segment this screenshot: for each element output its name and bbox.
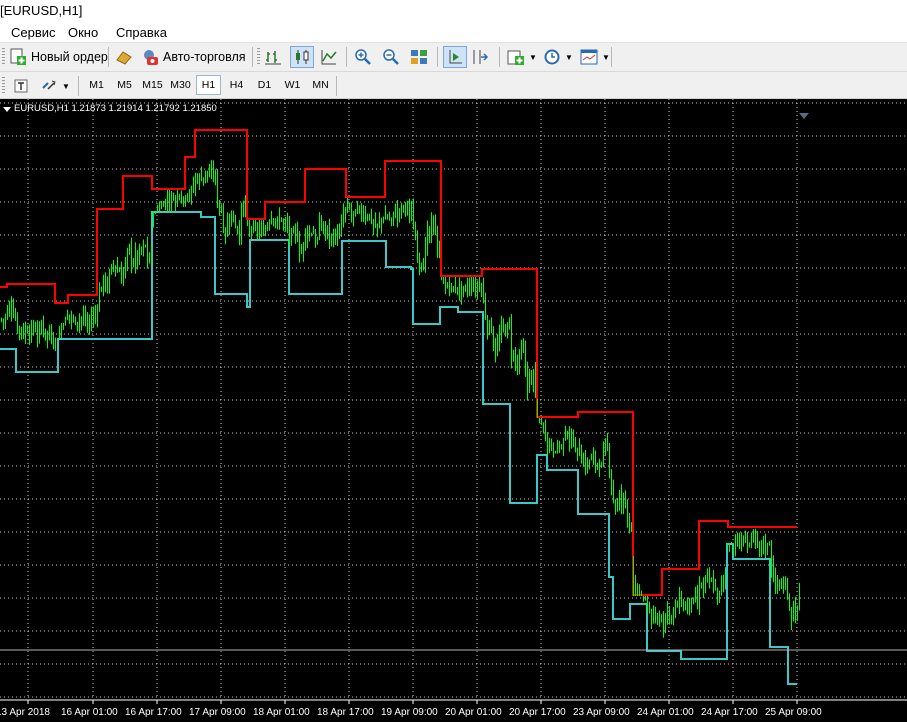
x-axis-label: 19 Apr 09:00 [381, 707, 438, 718]
zoom-out-button[interactable] [382, 46, 400, 68]
market-watch-button[interactable] [115, 46, 133, 68]
x-axis-label: 23 Apr 09:00 [573, 707, 630, 718]
chart-symbol-label: EURUSD,H1 1.21873 1.21914 1.21792 1.2185… [14, 103, 217, 114]
line-chart-icon [320, 48, 338, 66]
chart-shift-button[interactable] [471, 46, 489, 68]
indicators-button[interactable]: ▼ [507, 46, 537, 68]
templates-icon [580, 48, 598, 66]
menu-help[interactable]: Справка [116, 25, 167, 40]
templates-button[interactable]: ▼ [580, 46, 610, 68]
bar-chart-icon [264, 48, 282, 66]
autotrading-button[interactable]: Авто-торговля [141, 46, 246, 68]
periods-button[interactable]: ▼ [543, 46, 573, 68]
standard-toolbar: Новый ордер Авто-торговля ▼ ▼ ▼ [0, 43, 907, 72]
menu-service[interactable]: Сервис [11, 25, 56, 40]
tf-h4[interactable]: H4 [224, 75, 249, 95]
tf-w1[interactable]: W1 [280, 75, 305, 95]
x-axis-label: 17 Apr 09:00 [189, 707, 246, 718]
chevron-down-icon-4: ▼ [62, 81, 70, 91]
x-axis-label: 16 Apr 01:00 [61, 707, 118, 718]
toolbar-grip-2[interactable] [257, 48, 260, 66]
x-axis-label: 20 Apr 01:00 [445, 707, 502, 718]
bar-chart-button[interactable] [264, 46, 282, 68]
price-chart[interactable]: 13 Apr 2018 16 Apr 01:00 16 Apr 17:00 17 Ap… [0, 99, 907, 722]
new-order-icon [9, 48, 27, 66]
chart-shift-marker-icon [799, 113, 809, 119]
chevron-down-icon-2: ▼ [565, 52, 573, 62]
lower-channel-line [0, 211, 797, 685]
x-axis-label: 16 Apr 17:00 [125, 707, 182, 718]
toolbar-grip-3[interactable] [2, 77, 5, 95]
text-tool-button[interactable] [12, 75, 30, 97]
candlestick-button[interactable] [290, 46, 314, 68]
window-title: [EURUSD,H1] [0, 0, 907, 22]
x-axis-label: 24 Apr 17:00 [701, 707, 758, 718]
x-axis-label: 13 Apr 2018 [0, 707, 50, 718]
indicators-icon [507, 48, 525, 66]
x-axis-label: 18 Apr 01:00 [253, 707, 310, 718]
autoscroll-button[interactable] [443, 46, 467, 68]
toolbar-grip[interactable] [2, 48, 5, 66]
tile-windows-icon [410, 48, 428, 66]
upper-channel-line [0, 129, 797, 596]
timeframes-toolbar: ▼ M1 M5 M15 M30 H1 H4 D1 W1 MN [0, 72, 907, 99]
new-order-label: Новый ордер [31, 50, 108, 64]
menu-window[interactable]: Окно [68, 25, 98, 40]
text-tool-icon [12, 77, 30, 95]
tf-m30[interactable]: M30 [168, 75, 193, 95]
chevron-down-icon: ▼ [529, 52, 537, 62]
menu-bar: Сервис Окно Справка [0, 22, 907, 43]
tf-mn[interactable]: MN [308, 75, 333, 95]
tile-windows-button[interactable] [410, 46, 428, 68]
x-axis-label: 25 Apr 09:00 [765, 707, 822, 718]
tf-d1[interactable]: D1 [252, 75, 277, 95]
chart-canvas[interactable]: 13 Apr 2018 16 Apr 01:00 16 Apr 17:00 17 Ap… [0, 99, 907, 722]
zoom-in-button[interactable] [354, 46, 372, 68]
chevron-down-icon-3: ▼ [602, 52, 610, 62]
chart-menu-triangle-icon[interactable] [3, 107, 11, 112]
candlestick-icon [293, 48, 311, 66]
chart-shift-icon [471, 48, 489, 66]
autotrading-label: Авто-торговля [163, 50, 246, 64]
autotrading-icon [141, 48, 159, 66]
line-chart-button[interactable] [320, 46, 338, 68]
x-axis-label: 20 Apr 17:00 [509, 707, 566, 718]
x-axis-label: 18 Apr 17:00 [317, 707, 374, 718]
zoom-in-icon [354, 48, 372, 66]
tf-m5[interactable]: M5 [112, 75, 137, 95]
arrows-tool-button[interactable]: ▼ [40, 75, 70, 97]
tf-m1[interactable]: M1 [84, 75, 109, 95]
tf-h1[interactable]: H1 [196, 75, 221, 95]
zoom-out-icon [382, 48, 400, 66]
autoscroll-icon [446, 48, 464, 66]
arrows-icon [40, 77, 58, 95]
tf-m15[interactable]: M15 [140, 75, 165, 95]
new-order-button[interactable]: Новый ордер [9, 46, 108, 68]
gold-bar-icon [115, 48, 133, 66]
x-axis-label: 24 Apr 01:00 [637, 707, 694, 718]
clock-icon [543, 48, 561, 66]
